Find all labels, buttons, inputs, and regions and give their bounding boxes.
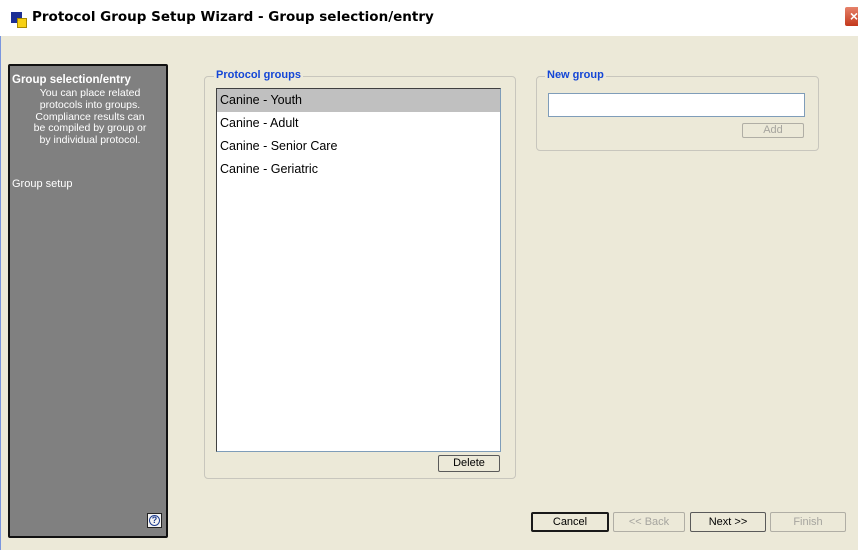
finish-button[interactable]: Finish — [770, 512, 846, 532]
list-item[interactable]: Canine - Geriatric — [217, 158, 500, 181]
cancel-button[interactable]: Cancel — [531, 512, 609, 532]
next-button[interactable]: Next >> — [690, 512, 766, 532]
list-item[interactable]: Canine - Youth — [217, 89, 500, 112]
new-group-input[interactable] — [548, 93, 805, 117]
wizard-window: Protocol Group Setup Wizard - Group sele… — [0, 0, 858, 550]
sidebar-step-title: Group selection/entry — [12, 74, 131, 86]
protocol-groups-legend: Protocol groups — [214, 69, 303, 81]
wizard-sidebar: Group selection/entry You can place rela… — [8, 64, 168, 538]
sidebar-item-group-setup[interactable]: Group setup — [12, 178, 73, 190]
app-icon — [11, 12, 27, 28]
add-button[interactable]: Add — [742, 123, 804, 138]
back-button[interactable]: << Back — [613, 512, 685, 532]
list-item[interactable]: Canine - Adult — [217, 112, 500, 135]
close-button[interactable]: × — [844, 6, 858, 27]
title-bar: Protocol Group Setup Wizard - Group sele… — [0, 0, 858, 36]
list-item[interactable]: Canine - Senior Care — [217, 135, 500, 158]
sidebar-step-description: You can place related protocols into gro… — [33, 87, 147, 147]
delete-button[interactable]: Delete — [438, 455, 500, 472]
help-icon: ? — [149, 515, 160, 526]
protocol-groups-list[interactable]: Canine - Youth Canine - Adult Canine - S… — [216, 88, 501, 452]
help-button[interactable]: ? — [147, 513, 162, 528]
window-title: Protocol Group Setup Wizard - Group sele… — [32, 9, 434, 25]
new-group-legend: New group — [545, 69, 606, 81]
